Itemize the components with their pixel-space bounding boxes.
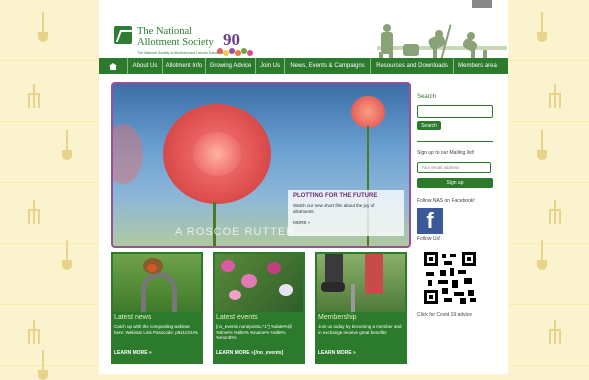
card-text: [no_events noneposts="1"] %date%@ %time%… [216, 324, 293, 340]
hero-caption-box: PLOTTING FOR THE FUTURE Watch our new sh… [288, 190, 404, 236]
site-header: The National Allotment Society The Natio… [99, 8, 508, 60]
search-input[interactable] [417, 105, 493, 118]
fork-icon [28, 320, 40, 344]
card-learn-more-link[interactable]: LEARN MORE » [318, 350, 356, 356]
nas-logo-icon[interactable] [114, 26, 132, 44]
covid-qr-code-icon[interactable] [424, 252, 476, 304]
anniversary-badge: 90 [223, 30, 240, 49]
logo-line-1: The National [137, 26, 193, 37]
hero-description: Watch our new short film about the joy o… [293, 203, 375, 214]
card-text: Join us today by becoming a member and i… [318, 324, 402, 335]
fork-icon [549, 320, 561, 344]
card-latest-news[interactable]: Latest news Catch up with the composting… [111, 252, 203, 364]
main-navigation: About Us Allotment Info Growing Advice J… [99, 58, 508, 74]
mailing-list-label: Sign up to our Mailing list! [417, 150, 475, 156]
nav-resources[interactable]: Resources and Downloads [371, 58, 454, 74]
search-label: Search [417, 94, 437, 100]
logo-subtitle: The National Society of Allotment and Le… [137, 51, 226, 55]
nav-about-us[interactable]: About Us [128, 58, 163, 74]
card-learn-more-link[interactable]: LEARN MORE » [114, 350, 152, 356]
card-title: Latest news [114, 314, 152, 321]
hero-title: PLOTTING FOR THE FUTURE [293, 193, 378, 199]
nav-members-area[interactable]: Members area [454, 58, 501, 74]
spade-icon [537, 12, 547, 42]
hero-banner[interactable]: PLOTTING FOR THE FUTURE Watch our new sh… [111, 82, 411, 248]
hero-more-link[interactable]: MORE » [293, 220, 310, 225]
covid-advice-caption[interactable]: Click for Covid 19 advice [417, 312, 472, 318]
spade-icon [62, 240, 72, 270]
spade-icon [537, 240, 547, 270]
site-logo-text[interactable]: The National Allotment Society [137, 26, 227, 48]
card-title: Latest events [216, 314, 258, 321]
card-text: Catch up with the composting webinar her… [114, 324, 198, 335]
spade-icon [38, 12, 48, 42]
card-title: Membership [318, 314, 357, 321]
card-learn-more-link[interactable]: LEARN MORE »[/no_events] [216, 350, 283, 356]
fork-icon [28, 200, 40, 224]
fork-icon [549, 84, 561, 108]
card-latest-events[interactable]: Latest events [no_events noneposts="1"] … [213, 252, 305, 364]
nav-growing-advice[interactable]: Growing Advice [206, 58, 256, 74]
nav-allotment-info[interactable]: Allotment Info [163, 58, 206, 74]
background-left-pattern [0, 0, 100, 380]
robin-image [113, 254, 201, 312]
facebook-icon[interactable]: f [417, 208, 443, 234]
home-icon [109, 62, 117, 70]
logo-line-2: Allotment Society [137, 37, 214, 48]
facebook-follow-label: Follow NAS on Facebook! [417, 198, 475, 204]
fork-icon [549, 200, 561, 224]
hero-photo-credit: A ROSCOE RUTTER [175, 226, 296, 238]
follow-us-label: Follow Us! [417, 236, 441, 242]
anniversary-flowers [217, 48, 255, 58]
top-scroll-strip [472, 0, 492, 8]
spade-icon [38, 350, 48, 380]
page-container: The National Allotment Society The Natio… [99, 0, 508, 374]
nav-home[interactable] [99, 58, 128, 74]
spade-icon [537, 130, 547, 160]
small-dahlia [351, 96, 385, 128]
dahlia-center [193, 132, 241, 176]
card-membership[interactable]: Membership Join us today by becoming a m… [315, 252, 407, 364]
search-button[interactable]: Search [417, 121, 441, 130]
nav-join-us[interactable]: Join Us [256, 58, 285, 74]
nav-news-events[interactable]: News, Events & Campaigns [285, 58, 371, 74]
blurred-flower [113, 124, 143, 184]
fork-icon [28, 84, 40, 108]
sweet-pea-image [215, 254, 303, 312]
email-field[interactable]: Your email address [417, 162, 491, 173]
signup-button[interactable]: Sign up [417, 178, 493, 188]
gardener-boots-image [317, 254, 405, 312]
spade-icon [62, 130, 72, 160]
